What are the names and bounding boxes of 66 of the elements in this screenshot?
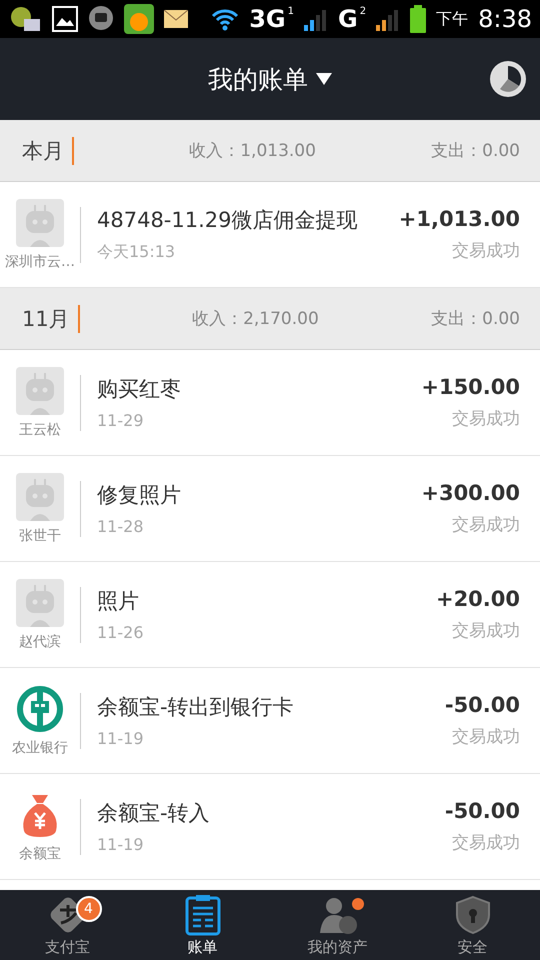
notification-badge: 4 [76, 896, 102, 922]
sim-number: 2 [360, 6, 366, 17]
mail-icon [164, 10, 188, 28]
transaction-title[interactable]: 购买红枣 [97, 375, 422, 403]
bank-logo-icon [16, 684, 64, 732]
tab-button[interactable]: 我的资产 [270, 890, 405, 960]
network-type: G [338, 5, 358, 33]
month-label: 本月 [22, 136, 74, 164]
transaction-title[interactable]: 余额宝-转入 [97, 799, 445, 827]
transaction-status: 交易成功 [452, 726, 520, 748]
transaction-date: 今天15:13 [97, 242, 176, 263]
transaction-status: 交易成功 [452, 620, 520, 642]
payer-name: 张世干 [19, 526, 61, 544]
transaction-status: 交易成功 [452, 408, 520, 430]
clock-time: 8:38 [478, 5, 532, 33]
sim-number: 1 [288, 6, 294, 17]
wifi-icon [211, 7, 240, 31]
transaction-date: 11-19 [97, 729, 144, 748]
income-total: 收入：2,170.00 [191, 308, 320, 330]
transaction-status: 交易成功 [452, 514, 520, 536]
transaction-title[interactable]: 余额宝-转出到银行卡 [97, 693, 445, 721]
transaction-date: 11-19 [97, 835, 144, 854]
income-total: 收入：1,013.00 [188, 140, 317, 162]
transaction-amount: +300.00 [421, 481, 520, 505]
payer-name: 深圳市云… [5, 252, 75, 270]
transaction-amount: +150.00 [421, 375, 520, 399]
chat-icon [88, 5, 114, 33]
battery-icon [410, 5, 426, 33]
shield-lock-icon [454, 894, 490, 934]
dropdown-caret-icon[interactable] [316, 73, 332, 85]
robot-avatar-icon [16, 198, 64, 246]
page-title[interactable]: 我的账单 [208, 62, 308, 96]
transaction-title[interactable]: 48748-11.29微店佣金提现 [97, 206, 399, 234]
bill-clipboard-icon [184, 894, 220, 936]
robot-avatar-icon [16, 578, 64, 626]
app-icon [124, 4, 154, 34]
expense-total: 支出：0.00 [431, 308, 520, 330]
transaction-date: 11-28 [97, 517, 144, 536]
robot-avatar-icon [16, 472, 64, 520]
transaction-date: 11-26 [97, 623, 144, 642]
time-period: 下午 [436, 8, 468, 30]
transaction-status: 交易成功 [452, 240, 520, 262]
transaction-date: 11-29 [97, 411, 144, 430]
transaction-amount: -50.00 [444, 693, 520, 717]
payer-name: 农业银行 [12, 738, 68, 756]
payer-name: 赵代滨 [19, 632, 61, 650]
transaction-status: 交易成功 [452, 832, 520, 854]
app-notification-icon [8, 5, 42, 33]
tab-button[interactable]: 安全 [405, 890, 540, 960]
expense-total: 支出：0.00 [431, 140, 520, 162]
signal-icon [304, 7, 328, 31]
network-type: 3G [249, 5, 286, 33]
transaction-amount: +20.00 [436, 587, 520, 611]
transaction-title[interactable]: 修复照片 [97, 481, 422, 509]
image-icon [52, 6, 78, 32]
transaction-amount: -50.00 [444, 799, 520, 823]
tab-button[interactable]: 4 支付宝 [0, 890, 135, 960]
payer-name: 王云松 [19, 420, 61, 438]
tab-button[interactable]: 账单 [135, 890, 270, 960]
month-label: 11月 [22, 304, 80, 332]
payer-name: 余额宝 [19, 844, 61, 862]
robot-avatar-icon [16, 366, 64, 414]
signal-icon [376, 7, 400, 31]
pie-chart-icon[interactable] [490, 61, 526, 97]
transaction-title[interactable]: 照片 [97, 587, 436, 615]
transaction-amount: +1,013.00 [398, 207, 520, 231]
